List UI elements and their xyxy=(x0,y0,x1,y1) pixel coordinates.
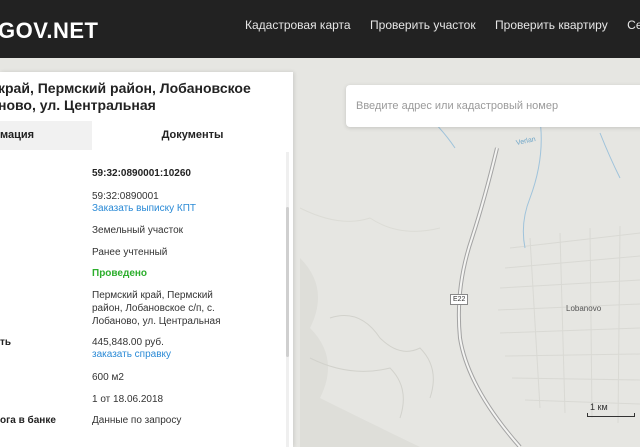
address-search-input[interactable] xyxy=(346,85,640,127)
plot-address-line-1: край, Пермский район, Лобановское xyxy=(0,80,251,96)
bank-pledge-label: ога в банке xyxy=(0,415,56,426)
top-bar: GOV.NET Кадастровая карта Проверить учас… xyxy=(0,0,640,58)
registration-date: 1 от 18.06.2018 xyxy=(92,394,164,405)
plot-address-line-2: ново, ул. Центральная xyxy=(0,97,156,113)
map-scale-label: 1 км xyxy=(590,402,608,412)
order-certificate-link[interactable]: заказать справку xyxy=(92,349,171,361)
object-status: Ранее учтенный xyxy=(92,247,168,258)
nav-services[interactable]: Серв xyxy=(627,18,640,32)
address-search[interactable] xyxy=(346,85,640,127)
object-address-line-1: Пермский край, Пермский xyxy=(92,290,213,301)
panel-tabs: мация Документы xyxy=(0,121,293,150)
tab-information[interactable]: мация xyxy=(0,121,92,150)
nav-cadastral-map[interactable]: Кадастровая карта xyxy=(245,18,351,32)
town-label: Lobanovo xyxy=(566,304,602,313)
panel-scrollbar-thumb[interactable] xyxy=(286,207,289,357)
object-address-line-3: Лобаново, ул. Центральная xyxy=(92,316,221,327)
bank-pledge-value: Данные по запросу xyxy=(92,415,182,426)
object-address-line-2: район, Лобановское с/п, с. xyxy=(92,303,215,314)
cadastral-quarter: 59:32:0890001 xyxy=(92,191,159,202)
map-scale-bar xyxy=(587,413,635,417)
plot-address-title: край, Пермский район, Лобановское ново, … xyxy=(0,80,288,114)
plot-area: 600 м2 xyxy=(92,372,124,383)
tab-documents[interactable]: Документы xyxy=(92,121,293,150)
object-type: Земельный участок xyxy=(92,225,184,236)
cadastral-value-label: ть xyxy=(0,337,12,348)
nav-check-apartment[interactable]: Проверить квартиру xyxy=(495,18,608,32)
plot-info-panel: край, Пермский район, Лобановское ново, … xyxy=(0,72,293,447)
road-badge: E22 xyxy=(450,294,469,305)
cadastral-number: 59:32:0890001:10260 xyxy=(92,168,191,179)
nav-check-plot[interactable]: Проверить участок xyxy=(370,18,476,32)
site-logo[interactable]: GOV.NET xyxy=(0,18,99,44)
cadastral-value: 445,848.00 руб. xyxy=(92,337,164,348)
main-nav: Кадастровая карта Проверить участок Пров… xyxy=(245,16,640,34)
survey-status: Проведено xyxy=(92,268,148,279)
order-kpt-link[interactable]: Заказать выписку КПТ xyxy=(92,203,196,215)
